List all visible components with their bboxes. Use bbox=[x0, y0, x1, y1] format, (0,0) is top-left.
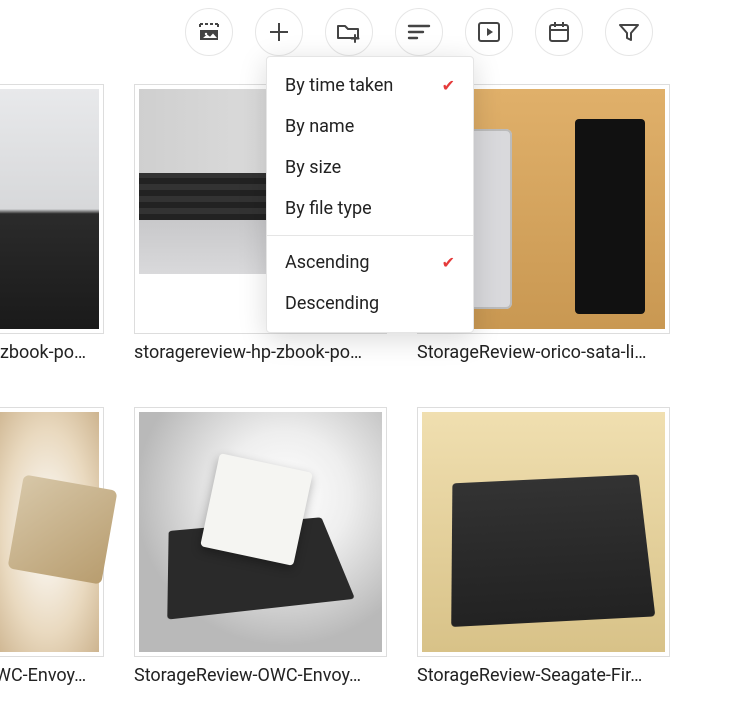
sort-direction-label: Descending bbox=[285, 293, 379, 314]
select-area-button[interactable] bbox=[185, 8, 233, 56]
sort-button[interactable] bbox=[395, 8, 443, 56]
photo-card[interactable]: StorageReview-Seagate-Fir… bbox=[417, 407, 670, 686]
new-folder-button[interactable] bbox=[325, 8, 373, 56]
sort-direction-descending[interactable]: Descending bbox=[267, 283, 473, 324]
sort-direction-ascending[interactable]: Ascending ✔ bbox=[267, 242, 473, 283]
thumbnail bbox=[0, 84, 104, 334]
filter-icon bbox=[618, 21, 640, 43]
slideshow-button[interactable] bbox=[465, 8, 513, 56]
photo-card[interactable]: StorageReview-OWC-Envoy… bbox=[134, 407, 387, 686]
filter-button[interactable] bbox=[605, 8, 653, 56]
sort-option-time-taken[interactable]: By time taken ✔ bbox=[267, 65, 473, 106]
photo-caption: StorageReview-OWC-Envoy… bbox=[134, 665, 387, 686]
photo-card[interactable]: WC-Envoy… bbox=[0, 407, 104, 686]
sort-option-label: By name bbox=[285, 116, 354, 137]
sort-option-size[interactable]: By size bbox=[267, 147, 473, 188]
select-area-icon bbox=[197, 21, 221, 43]
play-box-icon bbox=[477, 21, 501, 43]
photo-caption: StorageReview-Seagate-Fir… bbox=[417, 665, 670, 686]
add-button[interactable] bbox=[255, 8, 303, 56]
folder-plus-icon bbox=[336, 20, 362, 44]
check-icon: ✔ bbox=[442, 76, 455, 95]
calendar-icon bbox=[547, 20, 571, 44]
sort-icon bbox=[407, 22, 431, 42]
photo-caption: StorageReview-orico-sata-li… bbox=[417, 342, 670, 363]
sort-option-label: By file type bbox=[285, 198, 372, 219]
sort-direction-label: Ascending bbox=[285, 252, 370, 273]
sort-option-file-type[interactable]: By file type bbox=[267, 188, 473, 229]
check-icon: ✔ bbox=[442, 253, 455, 272]
photo-caption: WC-Envoy… bbox=[0, 665, 104, 686]
photo-caption: -zbook-po… bbox=[0, 342, 104, 363]
thumbnail bbox=[0, 407, 104, 657]
toolbar bbox=[0, 0, 735, 56]
thumbnail bbox=[417, 407, 670, 657]
sort-option-label: By time taken bbox=[285, 75, 393, 96]
photo-caption: storagereview-hp-zbook-po… bbox=[134, 342, 387, 363]
calendar-button[interactable] bbox=[535, 8, 583, 56]
photo-card[interactable]: -zbook-po… bbox=[0, 84, 104, 363]
menu-separator bbox=[267, 235, 473, 236]
thumbnail bbox=[134, 407, 387, 657]
sort-option-name[interactable]: By name bbox=[267, 106, 473, 147]
sort-dropdown: By time taken ✔ By name By size By file … bbox=[266, 56, 474, 333]
sort-option-label: By size bbox=[285, 157, 341, 178]
plus-icon bbox=[268, 21, 290, 43]
